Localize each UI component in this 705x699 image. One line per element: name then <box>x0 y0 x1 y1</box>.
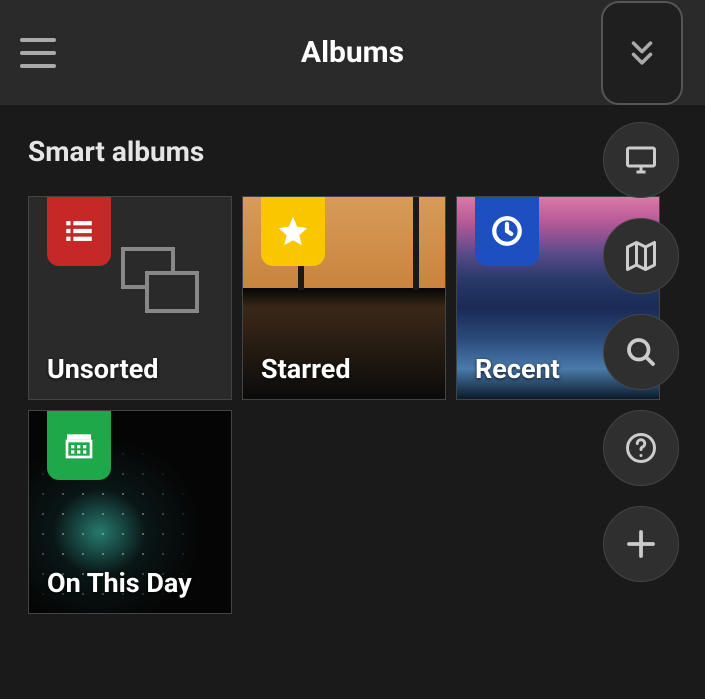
menu-button[interactable] <box>20 38 56 68</box>
map-icon <box>623 238 659 274</box>
album-badge <box>261 196 325 266</box>
section-title: Smart albums <box>0 105 705 184</box>
album-label: Recent <box>475 353 560 385</box>
list-icon <box>62 214 96 248</box>
fab-map[interactable] <box>603 218 679 294</box>
calendar-icon <box>63 429 95 461</box>
monitor-icon <box>623 142 659 178</box>
chevron-double-down-icon <box>625 36 659 70</box>
fab-help[interactable] <box>603 410 679 486</box>
fab-add[interactable] <box>603 506 679 582</box>
help-icon <box>623 430 659 466</box>
album-label: Starred <box>261 353 351 385</box>
collapse-button[interactable] <box>601 1 683 105</box>
album-label: On This Day <box>47 567 192 599</box>
search-icon <box>623 334 659 370</box>
app-header: Albums <box>0 0 705 105</box>
album-badge <box>475 196 539 266</box>
fab-column <box>603 122 679 582</box>
star-icon <box>276 214 310 248</box>
album-badge <box>47 410 111 480</box>
fab-search[interactable] <box>603 314 679 390</box>
album-starred[interactable]: Starred <box>242 196 446 400</box>
album-unsorted[interactable]: Unsorted <box>28 196 232 400</box>
album-badge <box>47 196 111 266</box>
album-grid: Unsorted Starred Recent On This <box>0 184 705 626</box>
clock-icon <box>490 214 524 248</box>
fab-display[interactable] <box>603 122 679 198</box>
page-title: Albums <box>301 35 404 70</box>
plus-icon <box>623 526 659 562</box>
album-label: Unsorted <box>47 353 159 385</box>
album-on-this-day[interactable]: On This Day <box>28 410 232 614</box>
